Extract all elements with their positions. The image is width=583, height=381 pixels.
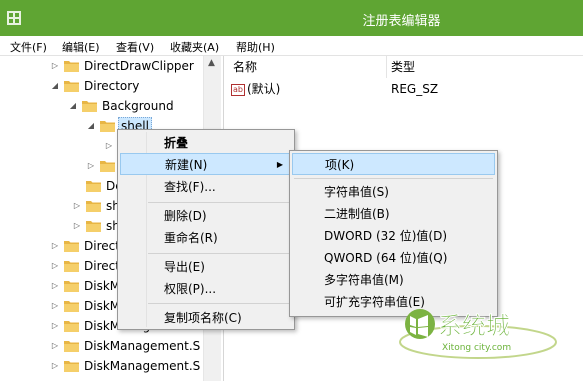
menu-item-copy-key-name[interactable]: 复制项名称(C) xyxy=(120,307,292,329)
window-title: 注册表编辑器 xyxy=(362,14,441,29)
submenu-item-dword-value[interactable]: DWORD (32 位)值(D) xyxy=(292,225,495,247)
value-name: (默认) xyxy=(247,82,281,96)
menu-item-find[interactable]: 查找(F)... xyxy=(120,176,292,198)
collapse-arrow-icon[interactable]: ◢ xyxy=(86,116,96,136)
context-menu: 折叠 新建(N) ▶ 查找(F)... 删除(D) 重命名(R) 导出(E) 权… xyxy=(117,129,295,330)
expand-arrow-icon[interactable]: ▷ xyxy=(50,256,60,276)
folder-icon xyxy=(64,281,79,292)
folder-icon xyxy=(64,301,79,312)
menu-separator xyxy=(294,178,493,179)
collapse-arrow-icon[interactable]: ◢ xyxy=(68,96,78,116)
expand-arrow-icon[interactable]: ▷ xyxy=(50,316,60,336)
menu-separator xyxy=(148,202,290,203)
tree-item-label: DiskManagement.S xyxy=(84,359,201,373)
expand-arrow-icon[interactable]: ▷ xyxy=(50,296,60,316)
submenu-item-binary-value[interactable]: 二进制值(B) xyxy=(292,203,495,225)
tree-item-label: DirectDrawClipper xyxy=(84,59,194,73)
tree-item-label: DiskManagement.S xyxy=(84,339,201,353)
folder-icon xyxy=(86,181,101,192)
submenu-item-multi-string-value[interactable]: 多字符串值(M) xyxy=(292,269,495,291)
menu-item-delete[interactable]: 删除(D) xyxy=(120,205,292,227)
expand-arrow-icon[interactable]: ▷ xyxy=(72,196,82,216)
tree-item[interactable]: ◢ Background xyxy=(0,96,203,116)
menu-file[interactable]: 文件(F) xyxy=(10,39,47,55)
expand-arrow-icon[interactable]: ▷ xyxy=(72,216,82,236)
menu-item-new[interactable]: 新建(N) ▶ xyxy=(120,153,292,175)
expand-arrow-icon[interactable]: ▷ xyxy=(50,56,60,76)
submenu-item-qword-value[interactable]: QWORD (64 位)值(Q) xyxy=(292,247,495,269)
watermark-url: Xitong city.com xyxy=(442,343,511,353)
expand-arrow-icon[interactable]: ▷ xyxy=(50,236,60,256)
expand-arrow-icon[interactable]: ▷ xyxy=(86,156,96,176)
value-type: REG_SZ xyxy=(391,82,439,96)
menu-item-new-label: 新建(N) xyxy=(165,158,208,172)
folder-icon xyxy=(64,61,79,72)
expand-arrow-icon[interactable]: ▷ xyxy=(50,356,60,376)
tree-item[interactable]: ◢ Directory xyxy=(0,76,203,96)
watermark-logo-icon: 系统城 Xitong city.com xyxy=(399,309,557,359)
tree-item-label: Directory xyxy=(84,79,140,93)
menu-item-rename[interactable]: 重命名(R) xyxy=(120,227,292,249)
expand-arrow-icon[interactable]: ▷ xyxy=(50,336,60,356)
title-bar: 注册表编辑器 xyxy=(0,0,583,36)
menu-favorites[interactable]: 收藏夹(A) xyxy=(170,39,219,55)
watermark-brand: 系统城 xyxy=(438,312,510,340)
menu-bar: 文件(F) 编辑(E) 查看(V) 收藏夹(A) 帮助(H) xyxy=(0,36,583,56)
menu-view[interactable]: 查看(V) xyxy=(116,39,154,55)
submenu-arrow-icon: ▶ xyxy=(276,160,283,169)
folder-icon xyxy=(64,341,79,352)
folder-icon xyxy=(64,81,79,92)
collapse-arrow-icon[interactable]: ◢ xyxy=(50,76,60,96)
menu-item-permissions[interactable]: 权限(P)... xyxy=(120,278,292,300)
folder-icon xyxy=(86,201,101,212)
folder-icon xyxy=(86,221,101,232)
column-divider[interactable] xyxy=(386,56,387,78)
folder-icon xyxy=(82,101,97,112)
folder-icon xyxy=(100,161,115,172)
scroll-up-arrow-icon[interactable]: ▲ xyxy=(208,58,215,68)
submenu-item-string-value[interactable]: 字符串值(S) xyxy=(292,181,495,203)
menu-separator xyxy=(148,253,290,254)
folder-icon xyxy=(100,121,115,132)
menu-help[interactable]: 帮助(H) xyxy=(236,39,275,55)
string-value-icon: ab xyxy=(231,83,245,96)
value-row[interactable]: ab (默认) xyxy=(231,80,280,98)
menu-item-collapse[interactable]: 折叠 xyxy=(120,132,292,154)
new-submenu: 项(K) 字符串值(S) 二进制值(B) DWORD (32 位)值(D) QW… xyxy=(289,150,498,317)
column-header-type[interactable]: 类型 xyxy=(391,56,415,78)
tree-item[interactable]: ▷ DirectDrawClipper xyxy=(0,56,203,76)
folder-icon xyxy=(64,321,79,332)
menu-separator xyxy=(148,303,290,304)
folder-icon xyxy=(64,241,79,252)
tree-item[interactable]: ▷ DiskManagement.S xyxy=(0,336,203,356)
folder-icon xyxy=(64,361,79,372)
watermark: 系统城 Xitong city.com xyxy=(398,302,558,364)
expand-arrow-icon[interactable]: ▷ xyxy=(104,136,114,156)
folder-icon xyxy=(64,261,79,272)
column-header-name[interactable]: 名称 xyxy=(233,56,257,78)
menu-item-export[interactable]: 导出(E) xyxy=(120,256,292,278)
menu-edit[interactable]: 编辑(E) xyxy=(62,39,100,55)
expand-arrow-icon[interactable]: ▷ xyxy=(50,276,60,296)
tree-item[interactable]: ▷ DiskManagement.S xyxy=(0,356,203,376)
submenu-item-key[interactable]: 项(K) xyxy=(292,153,495,175)
tree-item-label: Background xyxy=(102,99,174,113)
